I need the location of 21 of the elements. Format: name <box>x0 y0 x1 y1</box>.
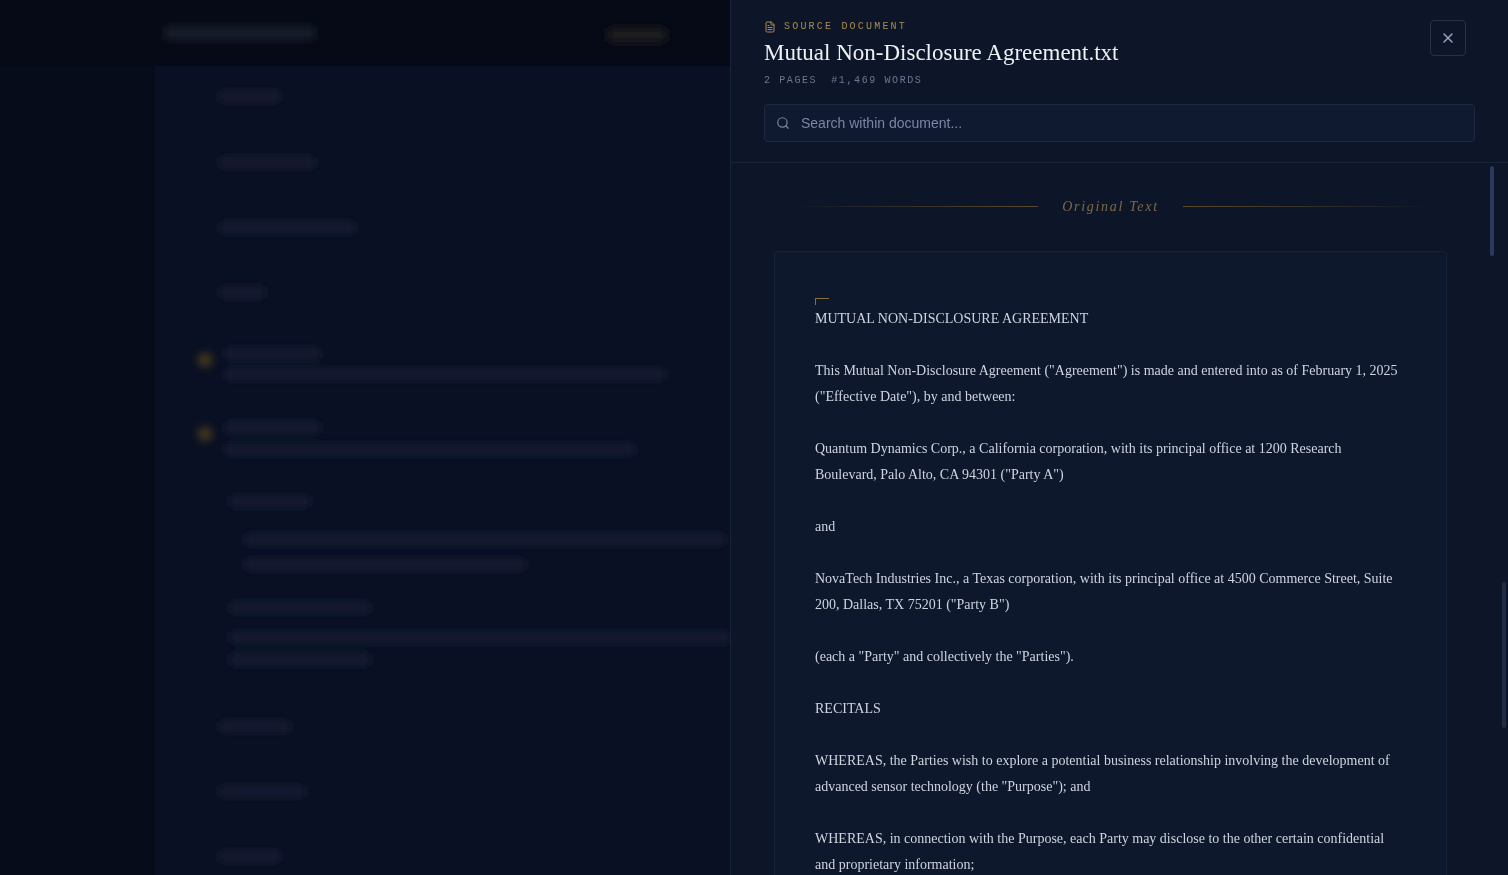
document-paragraph: This Mutual Non-Disclosure Agreement ("Agreement") is made and entered into as of February 1, 2025 ("Effective Date"), by and between: <box>815 362 1399 406</box>
section-label: Original Text <box>1062 198 1159 216</box>
search-field[interactable]: Search within document... <box>764 104 1475 142</box>
document-paragraph: Quantum Dynamics Corp., a California corporation, with its principal office at 1200 Research Boulevard, Palo Alto, CA 94301 ("Party A") <box>815 440 1343 484</box>
document-paragraph: WHEREAS, the Parties wish to explore a potential business relationship involving the development of advanced sensor technology (the "Purpose"); and <box>815 752 1391 796</box>
document-paragraph: and <box>815 518 836 536</box>
document-paragraph: (each a "Party" and collectively the "Parties"). <box>815 648 1074 666</box>
corner-mark <box>815 298 829 305</box>
page-scrollbar-thumb[interactable] <box>1502 582 1506 728</box>
document-paragraph: WHEREAS, in connection with the Purpose, each Party may disclose to the other certain confidential and proprietary information; <box>815 830 1386 874</box>
document-paragraph: NovaTech Industries Inc., a Texas corporation, with its principal office at 4500 Commerce Street, Suite 200, Dallas, TX 75201 ("Party B") <box>815 570 1394 614</box>
document-paragraph: MUTUAL NON-DISCLOSURE AGREEMENT <box>815 310 1089 328</box>
document-paragraph: RECITALS <box>815 700 881 718</box>
panel-title: Mutual Non-Disclosure Agreement.txt <box>764 39 1120 67</box>
eyebrow-label: SOURCE DOCUMENT <box>784 20 907 34</box>
search-icon <box>776 116 790 130</box>
scrollbar-thumb[interactable] <box>1490 166 1494 256</box>
page-count: 2 PAGES <box>764 74 818 88</box>
document-icon <box>764 20 776 33</box>
word-count: #1,469 WORDS <box>831 74 923 88</box>
close-button[interactable] <box>1430 20 1466 56</box>
